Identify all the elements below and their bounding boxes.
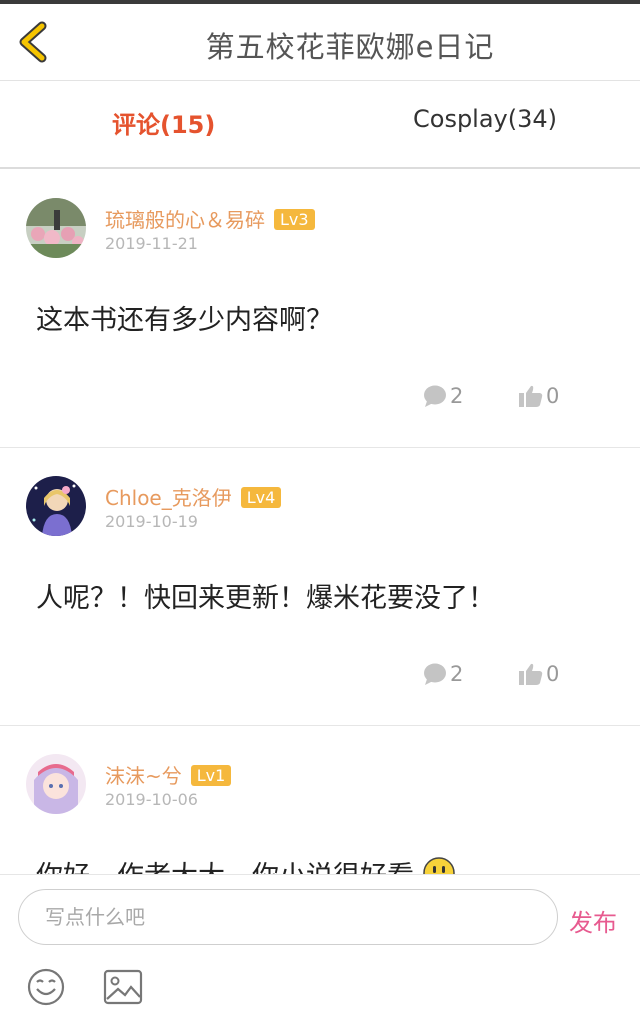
avatar-image [26, 754, 86, 814]
avatar[interactable] [26, 476, 86, 536]
reply-button[interactable]: 2 [423, 384, 463, 408]
image-icon [103, 969, 143, 1005]
comment-list: 琉璃般的心＆易碎 Lv3 2019-11-21 这本书还有多少内容啊？ 2 0 [0, 170, 640, 874]
comment-bubble-icon [424, 663, 446, 685]
comment-item: 琉璃般的心＆易碎 Lv3 2019-11-21 这本书还有多少内容啊？ 2 0 [0, 170, 640, 448]
comment-input[interactable] [18, 889, 558, 945]
tab-bar: 评论(15) Cosplay(34) [0, 81, 640, 169]
username-text: 琉璃般的心＆易碎 [105, 208, 265, 232]
username[interactable]: 琉璃般的心＆易碎 Lv3 [105, 204, 315, 233]
username[interactable]: 沫沫~兮 Lv1 [105, 760, 232, 789]
like-count: 0 [546, 662, 560, 686]
comment-text-body: 你好，作者大大，你小说很好看 [36, 861, 414, 874]
reply-button[interactable]: 2 [423, 662, 463, 686]
comment-text: 你好，作者大大，你小说很好看 [36, 854, 455, 874]
avatar[interactable] [26, 754, 86, 814]
app-header: 第五校花菲欧娜e日记 [0, 4, 640, 81]
comment-text: 人呢？！快回来更新！爆米花要没了！ [36, 583, 495, 614]
level-badge: Lv3 [274, 209, 315, 230]
like-button[interactable]: 0 [519, 384, 559, 408]
comment-text: 这本书还有多少内容啊？ [36, 305, 333, 336]
comment-date: 2019-10-19 [105, 512, 198, 531]
smiley-emoji-icon [422, 857, 455, 874]
tab-comments[interactable]: 评论(15) [112, 105, 215, 140]
like-count: 0 [546, 384, 560, 408]
comment-item: 沫沫~兮 Lv1 2019-10-06 你好，作者大大，你小说很好看 [0, 726, 640, 874]
avatar-image [26, 476, 86, 536]
page-title: 第五校花菲欧娜e日记 [205, 30, 495, 64]
comment-composer: 发布 [0, 874, 640, 1019]
reply-count: 2 [450, 662, 464, 686]
image-button[interactable] [103, 969, 143, 1005]
avatar-image [26, 198, 86, 258]
smiley-icon [27, 968, 65, 1006]
publish-button[interactable]: 发布 [569, 903, 617, 938]
tab-cosplay[interactable]: Cosplay(34) [413, 105, 557, 133]
comment-bubble-icon [424, 385, 446, 407]
emoji-button[interactable] [26, 967, 66, 1007]
comment-item: Chloe_克洛伊 Lv4 2019-10-19 人呢？！快回来更新！爆米花要没了… [0, 448, 640, 726]
comment-date: 2019-10-06 [105, 790, 198, 809]
username-text: 沫沫~兮 [105, 764, 182, 788]
level-badge: Lv4 [240, 487, 282, 508]
level-badge: Lv1 [190, 765, 232, 786]
reply-count: 2 [450, 384, 464, 408]
comment-date: 2019-11-21 [105, 234, 198, 253]
thumbs-up-icon [519, 385, 543, 407]
thumbs-up-icon [519, 663, 543, 685]
username[interactable]: Chloe_克洛伊 Lv4 [105, 482, 282, 511]
username-text: Chloe_克洛伊 [105, 486, 232, 510]
like-button[interactable]: 0 [519, 662, 559, 686]
avatar[interactable] [26, 198, 86, 258]
